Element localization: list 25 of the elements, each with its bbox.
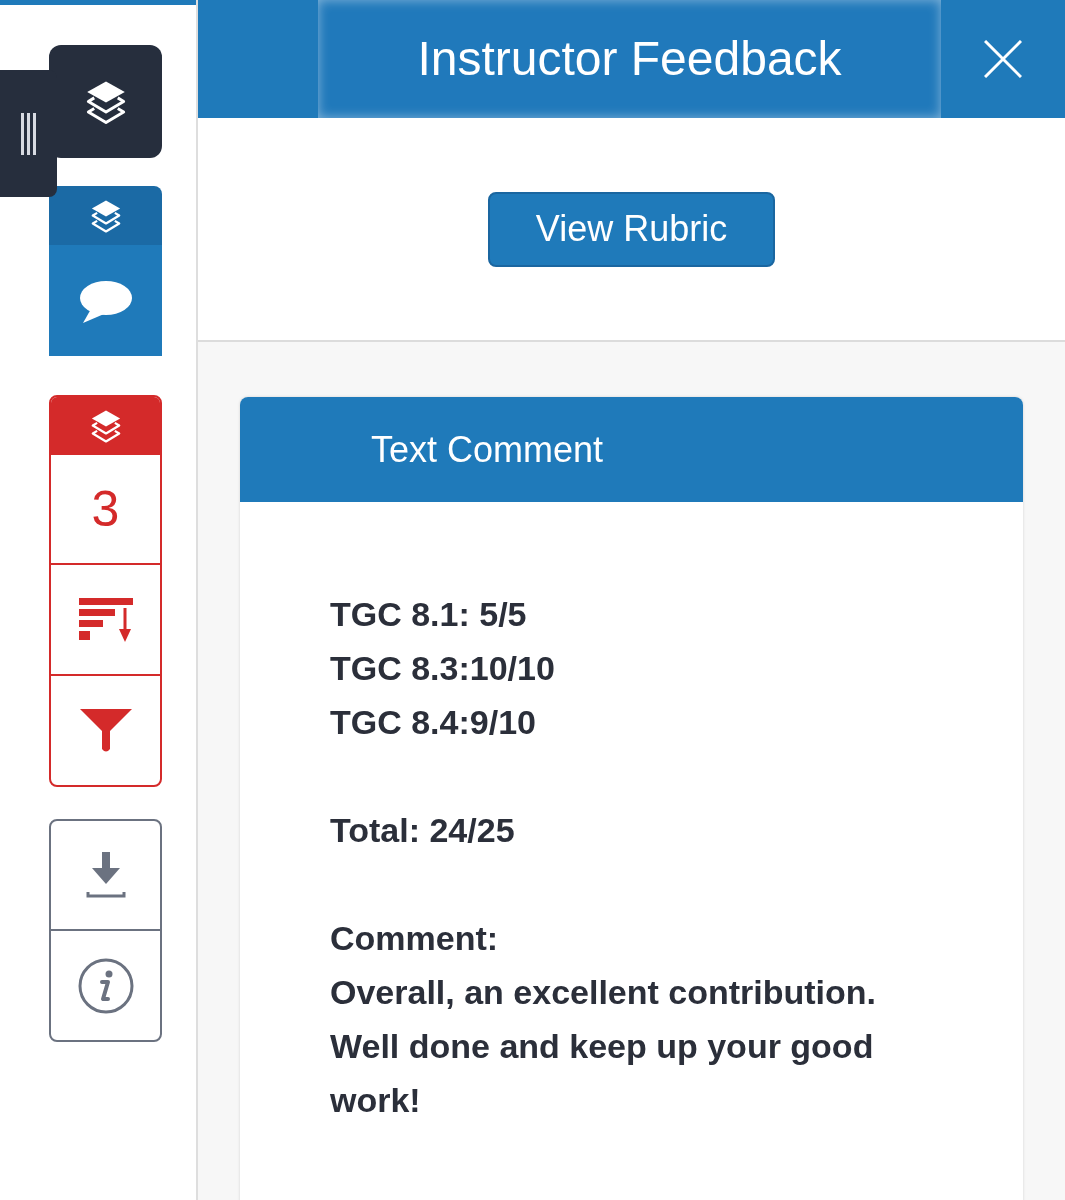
comment-text: TGC 8.4:9/10 xyxy=(330,702,537,743)
grip-icon xyxy=(21,112,36,155)
drag-handle[interactable] xyxy=(0,70,57,197)
layer-toggle-button[interactable] xyxy=(51,397,160,455)
layer-toggle-button[interactable] xyxy=(49,186,162,245)
comment-text: TGC 8.3:10/10 xyxy=(330,648,556,689)
panel-title: Instructor Feedback xyxy=(417,35,842,83)
comment-text: Overall, an excellent contribution. xyxy=(330,972,878,1013)
issue-count: 3 xyxy=(91,484,120,534)
download-icon xyxy=(85,852,126,898)
comment-text: Total: 24/25 xyxy=(330,810,516,851)
filter-icon xyxy=(79,708,132,753)
comment-text: Comment: xyxy=(330,918,500,959)
info-icon xyxy=(77,957,134,1014)
comment-text: Well done and keep up your good work! xyxy=(330,1026,875,1121)
card-title: Text Comment xyxy=(371,431,604,468)
close-icon xyxy=(984,40,1022,78)
layers-icon xyxy=(90,408,121,444)
comments-button[interactable] xyxy=(49,245,162,356)
close-button[interactable] xyxy=(981,37,1025,81)
view-rubric-button[interactable]: View Rubric xyxy=(488,191,775,267)
layers-button[interactable] xyxy=(49,45,162,158)
comment-text: TGC 8.1: 5/5 xyxy=(330,594,528,635)
speech-bubble-icon xyxy=(78,278,133,323)
sort-icon xyxy=(78,597,133,642)
